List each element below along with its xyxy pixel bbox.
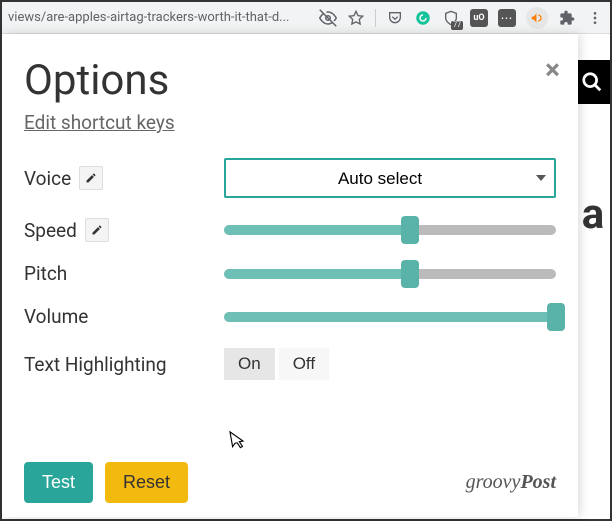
options-panel: × Options Edit shortcut keys Voice Auto … <box>2 34 578 517</box>
search-button[interactable] <box>574 60 610 104</box>
mouse-cursor-icon <box>227 429 245 456</box>
megaphone-icon[interactable] <box>526 7 548 29</box>
voice-row: Voice Auto select <box>24 158 556 198</box>
volume-row: Volume <box>24 305 556 328</box>
url-fragment: views/are-apples-airtag-trackers-worth-i… <box>8 10 289 25</box>
slider-thumb[interactable] <box>401 260 419 288</box>
grammarly-icon[interactable] <box>414 9 432 27</box>
slider-thumb[interactable] <box>401 216 419 244</box>
menu-dots-icon[interactable]: ⋯ <box>498 9 516 27</box>
pitch-label-group: Pitch <box>24 262 224 285</box>
toolbar-icon-group: uO ⋯ <box>319 7 604 29</box>
reset-button[interactable]: Reset <box>105 462 188 503</box>
volume-slider[interactable] <box>224 309 556 325</box>
voice-label: Voice <box>24 167 71 190</box>
voice-select[interactable]: Auto select <box>224 158 556 198</box>
speed-label-group: Speed <box>24 218 224 242</box>
shield-icon[interactable] <box>442 9 460 27</box>
volume-label-group: Volume <box>24 305 224 328</box>
highlight-label: Text Highlighting <box>24 353 224 376</box>
pitch-row: Pitch <box>24 262 556 285</box>
test-button[interactable]: Test <box>24 462 93 503</box>
slider-fill <box>224 225 410 235</box>
background-page-letter: a <box>578 190 608 239</box>
pitch-label: Pitch <box>24 262 67 285</box>
browser-toolbar: views/are-apples-airtag-trackers-worth-i… <box>2 2 610 34</box>
browser-menu-icon[interactable] <box>586 9 604 27</box>
ublock-icon[interactable]: uO <box>470 9 488 27</box>
edit-voice-button[interactable] <box>79 166 103 190</box>
speed-slider[interactable] <box>224 222 556 238</box>
highlight-toggle: On Off <box>224 348 329 380</box>
highlight-on-button[interactable]: On <box>224 348 275 380</box>
star-icon[interactable] <box>347 9 365 27</box>
speed-row: Speed <box>24 218 556 242</box>
pencil-icon <box>85 172 97 184</box>
edit-speed-button[interactable] <box>85 218 109 242</box>
brand-watermark: groovyPost <box>466 471 556 494</box>
voice-label-group: Voice <box>24 166 224 190</box>
pitch-slider[interactable] <box>224 266 556 282</box>
page-background-strip: a <box>574 34 610 517</box>
close-icon[interactable]: × <box>545 56 560 84</box>
slider-fill <box>224 269 410 279</box>
highlight-row: Text Highlighting On Off <box>24 348 556 380</box>
panel-title: Options <box>24 56 556 105</box>
slider-fill <box>224 312 556 322</box>
voice-select-wrap: Auto select <box>224 158 556 198</box>
toolbar-divider <box>375 9 376 27</box>
brand-suffix: Post <box>520 471 556 493</box>
volume-label: Volume <box>24 305 88 328</box>
slider-thumb[interactable] <box>547 303 565 331</box>
brand-prefix: groovy <box>466 471 521 493</box>
pencil-icon <box>91 224 103 236</box>
panel-footer: Test Reset groovyPost <box>24 462 556 503</box>
speed-label: Speed <box>24 219 77 242</box>
highlight-off-button[interactable]: Off <box>279 348 329 380</box>
extensions-icon[interactable] <box>558 9 576 27</box>
pocket-icon[interactable] <box>386 9 404 27</box>
eye-off-icon[interactable] <box>319 9 337 27</box>
edit-shortcuts-link[interactable]: Edit shortcut keys <box>24 111 175 134</box>
